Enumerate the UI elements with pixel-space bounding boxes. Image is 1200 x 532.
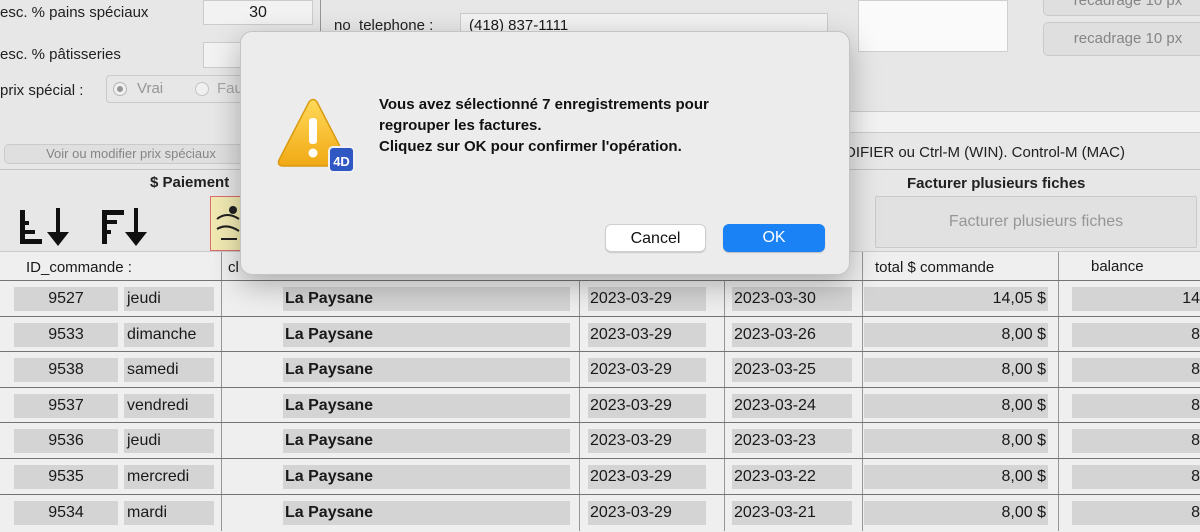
ok-button[interactable]: OK <box>723 224 825 252</box>
dialog-message-line-1: Vous avez sélectionné 7 enregistrements … <box>379 96 709 113</box>
dialog-message-line-3: Cliquez sur OK pour confirmer l'opératio… <box>379 138 682 155</box>
dialog-message: Vous avez sélectionné 7 enregistrements … <box>379 94 819 157</box>
app-badge-icon: 4D <box>328 146 355 173</box>
dialog-message-line-2: regrouper les factures. <box>379 117 542 134</box>
confirm-dialog: 4D Vous avez sélectionné 7 enregistremen… <box>240 31 850 275</box>
cancel-button[interactable]: Cancel <box>605 224 706 252</box>
